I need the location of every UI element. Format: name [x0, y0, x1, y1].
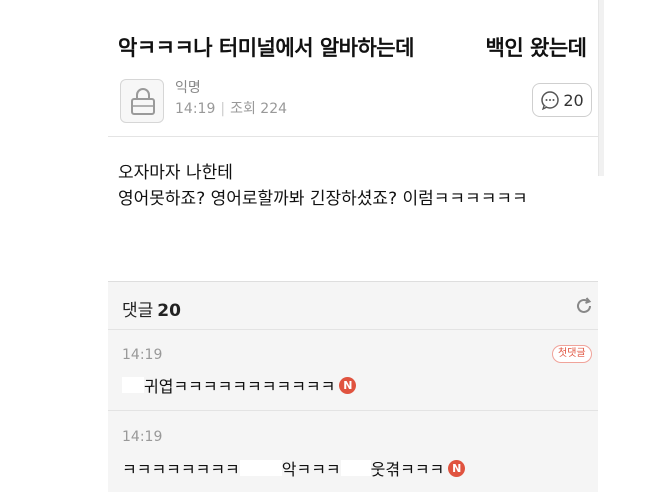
refresh-icon[interactable]	[572, 294, 596, 318]
post-body: 오자마자 나한테 영어못하죠? 영어로할까봐 긴장하셨죠? 이럼ㅋㅋㅋㅋㅋㅋ	[118, 163, 528, 209]
views-label: 조회	[230, 101, 256, 117]
post-header: 악ㅋㅋㅋ나 터미널에서 알바하는데 백인 왔는데 익명 14:19 | 조회 224…	[108, 0, 598, 137]
comment-text: 귀엽ㅋㅋㅋㅋㅋㅋㅋㅋㅋㅋㅋ N	[122, 373, 357, 397]
post-title: 악ㅋㅋㅋ나 터미널에서 알바하는데 백인 왔는데	[118, 32, 587, 62]
comments-title: 댓글 20	[122, 296, 181, 321]
comment-time: 14:19	[122, 429, 163, 445]
post-view: 악ㅋㅋㅋ나 터미널에서 알바하는데 백인 왔는데 익명 14:19 | 조회 224…	[108, 0, 598, 492]
comment-body-part-a: ㅋㅋㅋㅋㅋㅋㅋㅋ	[122, 460, 240, 479]
new-badge: N	[448, 459, 466, 477]
redacted-gap	[122, 377, 144, 393]
comment-item: 14:19 첫댓글 귀엽ㅋㅋㅋㅋㅋㅋㅋㅋㅋㅋㅋ N	[108, 331, 598, 411]
redacted-gap	[340, 460, 371, 476]
comment-bubble-icon	[541, 91, 560, 110]
new-badge: N	[339, 376, 357, 394]
comment-count-button[interactable]: 20	[532, 83, 592, 117]
comments-label: 댓글	[122, 301, 154, 321]
views-count: 224	[260, 101, 288, 117]
post-meta: 14:19 | 조회 224	[175, 98, 287, 118]
meta-separator: |	[220, 101, 226, 117]
side-scroll-strip	[598, 0, 604, 176]
comment-item: 14:19 ㅋㅋㅋㅋㅋㅋㅋㅋ 악ㅋㅋㅋ 웃겪ㅋㅋㅋ N	[108, 411, 598, 492]
comment-body: 귀엽ㅋㅋㅋㅋㅋㅋㅋㅋㅋㅋㅋ	[144, 377, 336, 396]
post-time: 14:19	[175, 101, 216, 117]
post-title-part2: 백인 왔는데	[485, 36, 587, 60]
comment-body-part-b: 악ㅋㅋㅋ	[281, 460, 341, 479]
comments-section: 댓글 20 14:19 첫댓글 귀엽ㅋㅋㅋㅋㅋㅋㅋㅋㅋㅋㅋ N 14:19 ㅋㅋㅋㅋ…	[108, 281, 598, 492]
comment-time: 14:19	[122, 347, 163, 363]
post-title-part1: 악ㅋㅋㅋ나 터미널에서 알바하는데	[118, 36, 414, 60]
comments-header: 댓글 20	[108, 282, 598, 330]
avatar[interactable]	[120, 79, 164, 123]
author-name: 익명	[175, 80, 201, 96]
comment-text: ㅋㅋㅋㅋㅋㅋㅋㅋ 악ㅋㅋㅋ 웃겪ㅋㅋㅋ N	[122, 456, 466, 480]
comment-count: 20	[563, 90, 584, 110]
first-comment-badge: 첫댓글	[552, 345, 592, 363]
redacted-gap	[239, 460, 282, 476]
redacted-gap	[420, 39, 479, 59]
lock-avatar-icon	[131, 88, 155, 115]
comment-body-part-c: 웃겪ㅋㅋㅋ	[370, 460, 445, 479]
comments-count: 20	[157, 301, 181, 321]
